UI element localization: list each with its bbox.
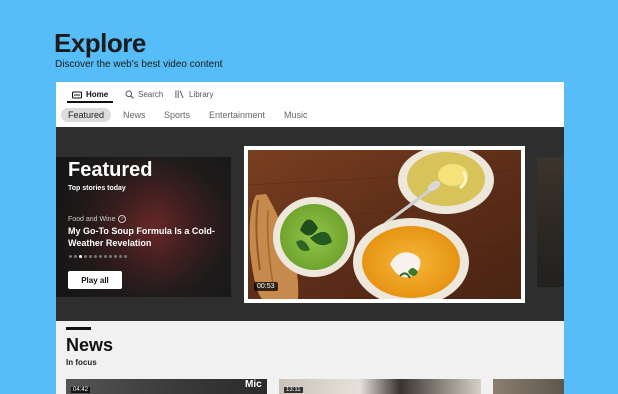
video-duration: 13:11 <box>284 387 303 393</box>
featured-video-thumbnail[interactable]: 00:53 <box>244 146 525 303</box>
carousel-dot[interactable] <box>79 255 82 258</box>
tab-music[interactable]: Music <box>284 108 308 122</box>
search-icon <box>124 89 134 99</box>
section-accent-bar <box>66 327 91 330</box>
carousel-dot[interactable] <box>114 255 117 258</box>
nav-home[interactable]: Home <box>72 87 108 101</box>
story-source-label: Food and Wine <box>68 215 116 223</box>
story-source: Food and Wine ✓ <box>68 215 127 223</box>
tab-news[interactable]: News <box>123 108 146 122</box>
tab-entertainment[interactable]: Entertainment <box>209 108 265 122</box>
carousel-dot[interactable] <box>99 255 102 258</box>
carousel-dot[interactable] <box>124 255 127 258</box>
news-section: News In focus 04:42 Mic 13:11 <box>56 321 564 394</box>
news-heading: News <box>66 335 114 355</box>
app-window: Home Search Library Featured News Sports… <box>56 82 564 394</box>
news-video-thumbnail[interactable]: 13:11 <box>279 379 481 394</box>
carousel-dot[interactable] <box>109 255 112 258</box>
featured-subheading: Top stories today <box>68 185 126 192</box>
top-navigation: Home Search Library <box>56 82 564 104</box>
video-duration: 04:42 <box>71 387 91 393</box>
next-video-peek[interactable] <box>537 157 564 287</box>
nav-search[interactable]: Search <box>124 87 163 101</box>
nav-library-label: Library <box>189 89 214 99</box>
video-duration: 00:53 <box>254 282 278 291</box>
soup-image <box>248 150 521 299</box>
tab-sports[interactable]: Sports <box>164 108 190 122</box>
carousel-dot[interactable] <box>119 255 122 258</box>
news-subheading: In focus <box>66 358 97 367</box>
featured-heading: Featured <box>68 159 153 181</box>
nav-home-label: Home <box>86 89 109 99</box>
category-bar: Featured News Sports Entertainment Music <box>56 104 564 126</box>
news-video-thumbnail[interactable]: 04:42 Mic <box>66 379 267 394</box>
carousel-dot[interactable] <box>89 255 92 258</box>
nav-search-label: Search <box>138 89 164 99</box>
page-title: Explore <box>54 28 146 58</box>
featured-section: Featured Top stories today Food and Wine… <box>56 127 564 321</box>
active-tab-underline <box>67 101 113 103</box>
story-title[interactable]: My Go-To Soup Formula Is a Cold-Weather … <box>68 225 218 249</box>
news-video-thumbnail[interactable] <box>493 379 564 394</box>
page-subtitle: Discover the web's best video content <box>55 59 223 70</box>
carousel-dot[interactable] <box>94 255 97 258</box>
channel-watermark: Mic <box>245 379 262 390</box>
verified-icon: ✓ <box>118 215 127 223</box>
carousel-dot[interactable] <box>74 255 77 258</box>
home-icon <box>72 89 82 99</box>
carousel-dot[interactable] <box>84 255 87 258</box>
library-icon <box>175 89 185 99</box>
play-all-button[interactable]: Play all <box>68 271 122 289</box>
tab-featured[interactable]: Featured <box>61 108 112 122</box>
carousel-dot[interactable] <box>69 255 72 258</box>
carousel-dot[interactable] <box>104 255 107 258</box>
carousel-dots <box>69 255 129 258</box>
nav-library[interactable]: Library <box>175 87 213 101</box>
